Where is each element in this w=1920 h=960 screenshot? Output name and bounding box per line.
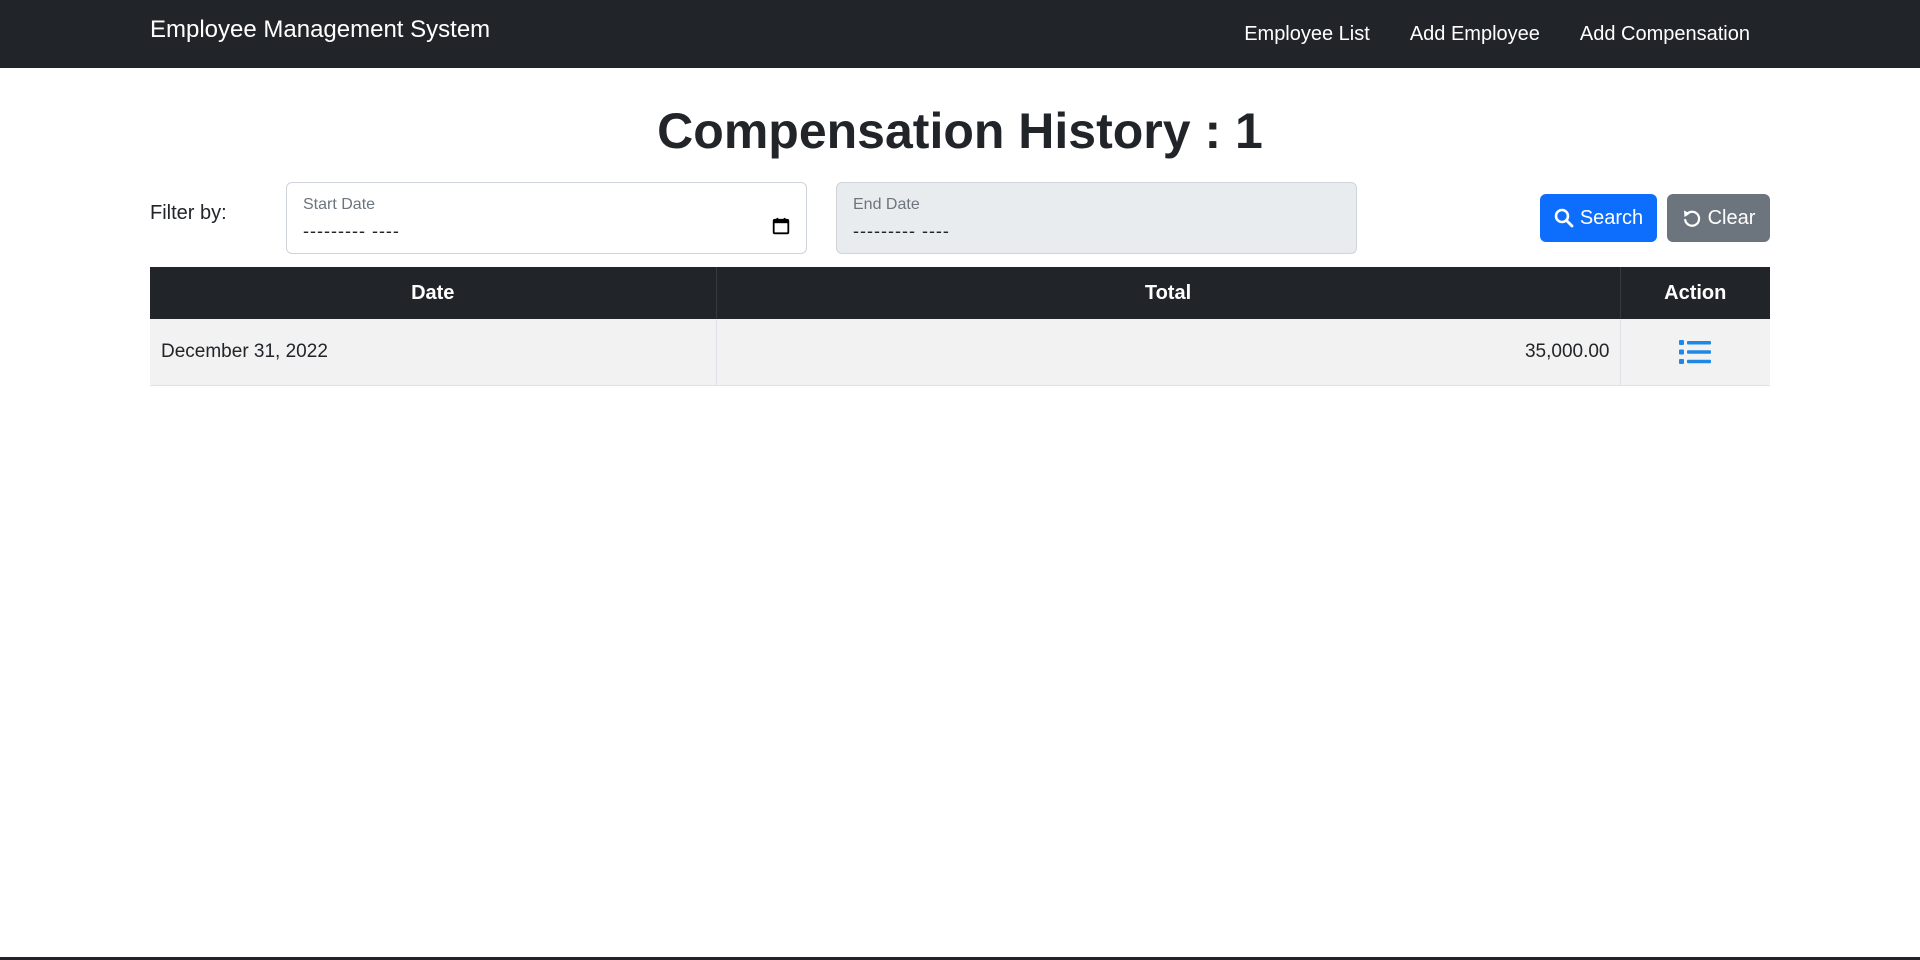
search-button[interactable]: Search (1540, 194, 1657, 242)
start-date-value[interactable]: --------- ---- (303, 219, 400, 243)
clear-button-label: Clear (1707, 207, 1756, 229)
header-action: Action (1620, 267, 1770, 319)
table-row: December 31, 2022 35,000.00 (150, 319, 1770, 386)
header-date: Date (150, 267, 717, 319)
nav-employee-list[interactable]: Employee List (1244, 20, 1370, 48)
list-icon[interactable] (1679, 338, 1712, 366)
nav-add-employee[interactable]: Add Employee (1410, 20, 1540, 48)
brand-title[interactable]: Employee Management System (150, 14, 490, 46)
end-date-value[interactable]: --------- ---- (853, 219, 950, 243)
end-date-field[interactable]: End Date --------- ---- (836, 182, 1357, 254)
table-header-row: Date Total Action (150, 267, 1770, 319)
page-title: Compensation History : 1 (657, 103, 1263, 159)
row-date: December 31, 2022 (150, 319, 717, 386)
start-date-field[interactable]: Start Date --------- ---- (286, 182, 807, 254)
calendar-icon[interactable] (772, 217, 790, 235)
end-date-label: End Date (853, 196, 920, 213)
navbar: Employee Management System Employee List… (0, 0, 1920, 68)
undo-icon (1683, 210, 1700, 227)
clear-button[interactable]: Clear (1667, 194, 1770, 242)
row-total: 35,000.00 (716, 319, 1621, 386)
row-action-cell (1620, 319, 1770, 386)
compensation-table: Date Total Action December 31, 2022 35,0… (150, 267, 1770, 386)
search-button-label: Search (1579, 207, 1644, 229)
nav-links: Employee List Add Employee Add Compensat… (1204, 20, 1750, 48)
filter-label: Filter by: (150, 202, 227, 224)
header-total: Total (716, 267, 1621, 319)
search-icon (1554, 208, 1574, 228)
start-date-label: Start Date (303, 196, 376, 213)
nav-add-compensation[interactable]: Add Compensation (1580, 20, 1750, 48)
